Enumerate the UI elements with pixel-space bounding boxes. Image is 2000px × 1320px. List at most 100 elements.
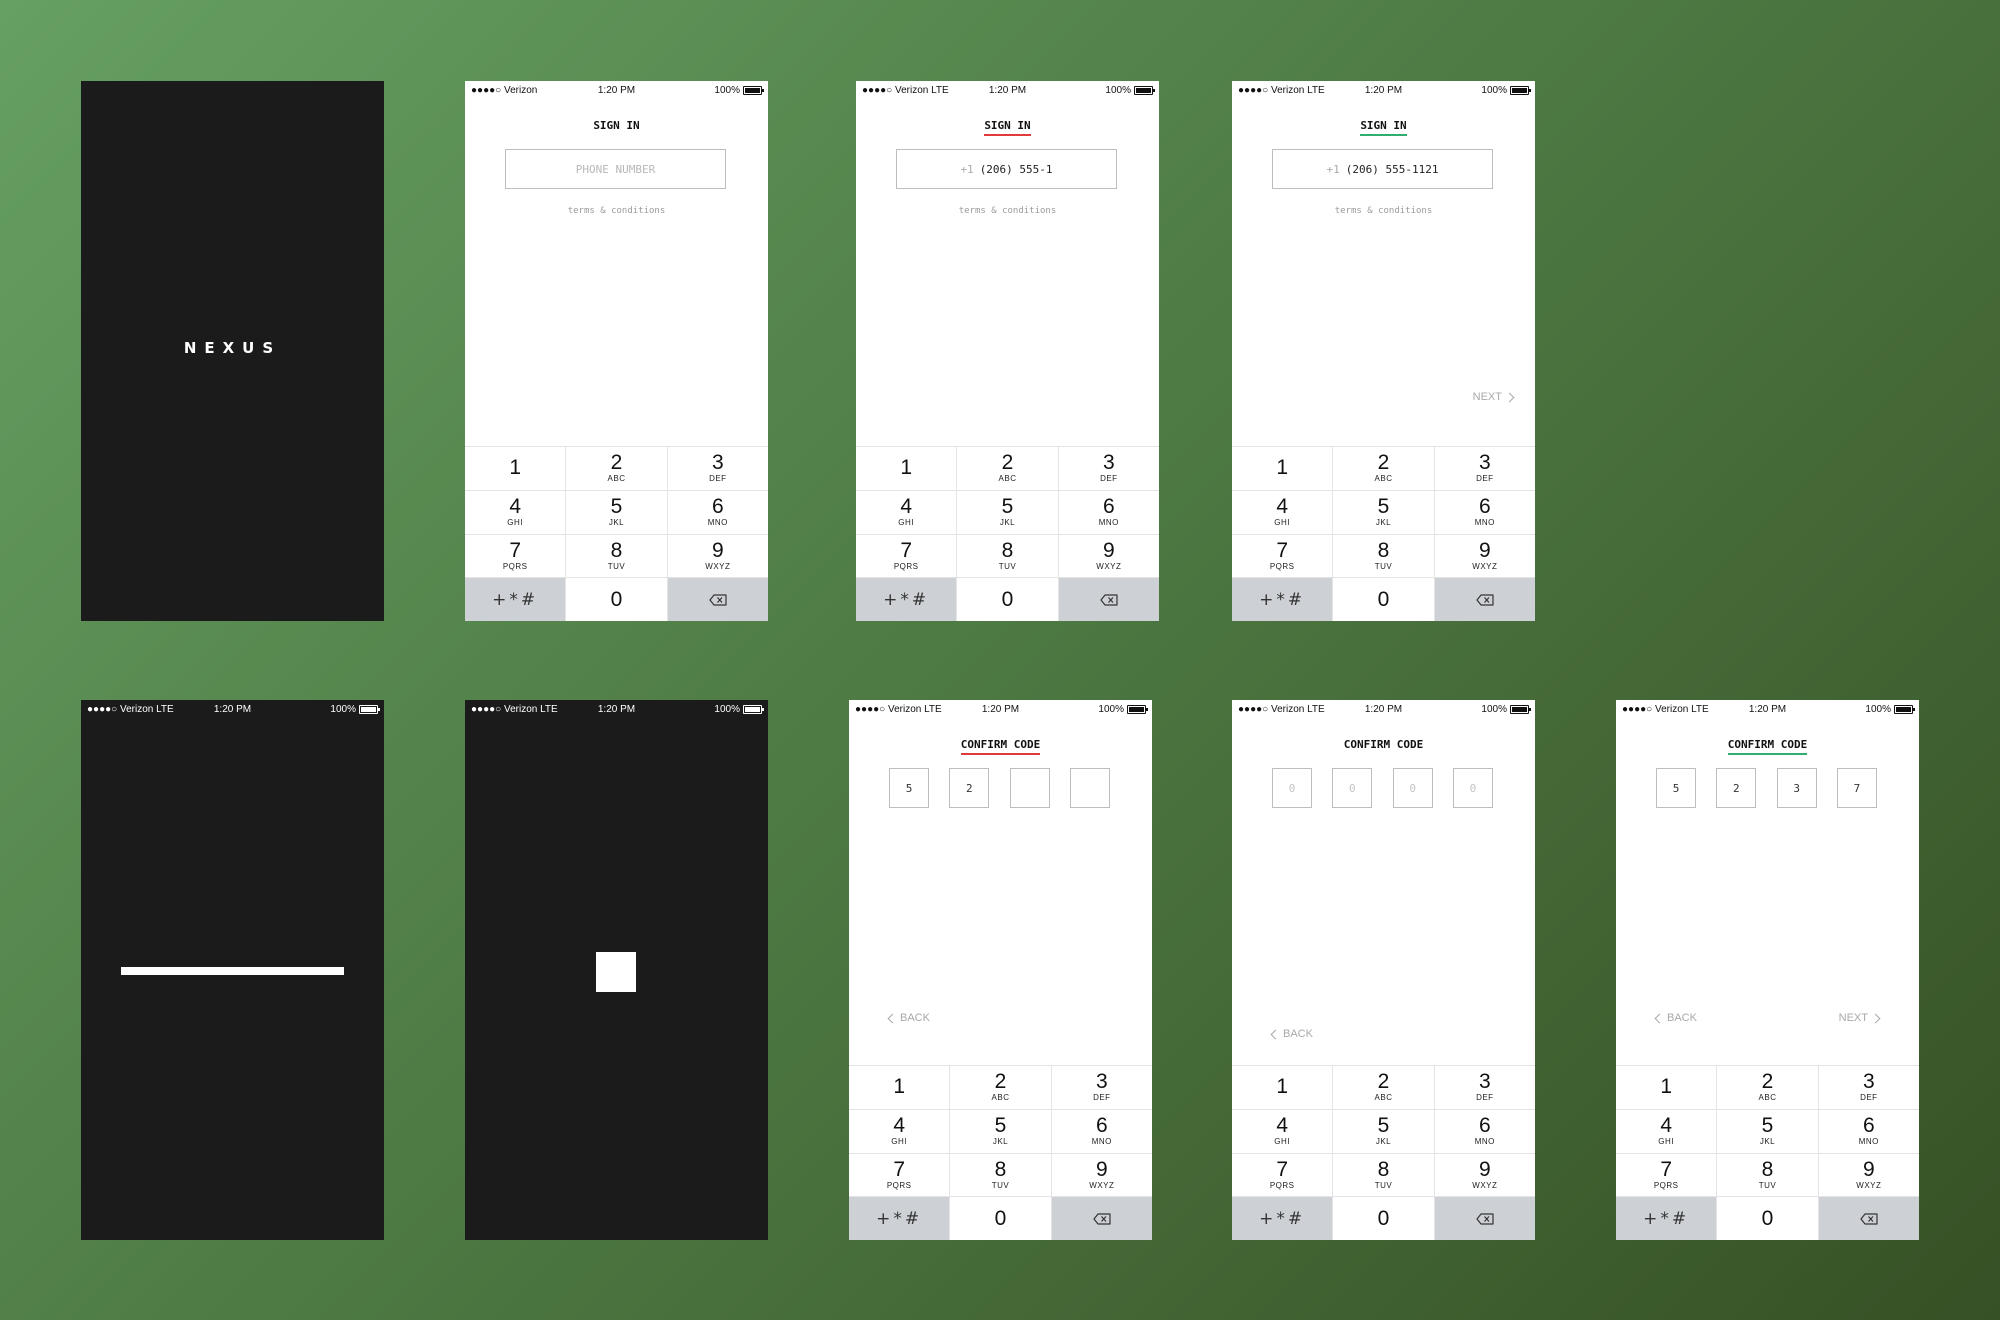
key-4[interactable]: 4 GHI <box>465 489 567 534</box>
code-digit-2[interactable]: 2 <box>1716 768 1757 808</box>
keypad-row: 7 PQRS 8 TUV 9 WXYZ <box>1616 1152 1919 1197</box>
next-button[interactable]: NEXT <box>1839 1012 1881 1024</box>
key-6[interactable]: 6 MNO <box>667 489 768 534</box>
code-digit-1[interactable]: 5 <box>889 768 929 808</box>
key-6[interactable]: 6 MNO <box>1058 489 1159 534</box>
key-4[interactable]: 4 GHI <box>1616 1108 1718 1153</box>
key-5[interactable]: 5 JKL <box>1333 489 1435 534</box>
key-2[interactable]: 2 ABC <box>957 446 1059 490</box>
key-5[interactable]: 5 JKL <box>566 489 668 534</box>
key-3[interactable]: 3 DEF <box>1051 1065 1152 1109</box>
key-2[interactable]: 2 ABC <box>1333 446 1435 490</box>
code-digit-3[interactable]: 0 <box>1392 768 1433 808</box>
next-button[interactable]: NEXT <box>1472 391 1515 403</box>
key-7[interactable]: 7 PQRS <box>1616 1152 1718 1197</box>
delete-key[interactable] <box>667 577 768 621</box>
key-4[interactable]: 4 GHI <box>1232 1108 1334 1153</box>
key-3[interactable]: 3 DEF <box>1818 1065 1919 1109</box>
key-2[interactable]: 2 ABC <box>1333 1065 1435 1109</box>
key-8[interactable]: 8 TUV <box>1717 1152 1819 1197</box>
key-0[interactable]: 0 <box>950 1196 1052 1240</box>
code-digit-3[interactable] <box>1009 768 1050 808</box>
delete-key[interactable] <box>1818 1196 1919 1240</box>
symbols-key[interactable]: +*# <box>1232 577 1334 621</box>
terms-link[interactable]: terms & conditions <box>465 206 768 216</box>
key-2[interactable]: 2 ABC <box>1717 1065 1819 1109</box>
code-digit-3[interactable]: 3 <box>1776 768 1817 808</box>
key-8[interactable]: 8 TUV <box>1333 533 1435 578</box>
key-3[interactable]: 3 DEF <box>1058 446 1159 490</box>
key-9[interactable]: 9 WXYZ <box>1058 533 1159 578</box>
key-3[interactable]: 3 DEF <box>1434 446 1535 490</box>
key-1[interactable]: 1 <box>1616 1065 1718 1109</box>
key-7[interactable]: 7 PQRS <box>1232 1152 1334 1197</box>
back-button[interactable]: BACK <box>1270 1028 1313 1040</box>
next-label: NEXT <box>1472 391 1502 403</box>
key-0[interactable]: 0 <box>566 577 668 621</box>
delete-key[interactable] <box>1434 1196 1535 1240</box>
code-digit-2[interactable]: 2 <box>949 768 990 808</box>
symbols-key[interactable]: +*# <box>849 1196 951 1240</box>
key-0[interactable]: 0 <box>1717 1196 1819 1240</box>
key-6[interactable]: 6 MNO <box>1051 1108 1152 1153</box>
key-9[interactable]: 9 WXYZ <box>1434 1152 1535 1197</box>
symbols-key[interactable]: +*# <box>465 577 567 621</box>
key-8[interactable]: 8 TUV <box>957 533 1059 578</box>
key-0[interactable]: 0 <box>1333 577 1435 621</box>
key-4[interactable]: 4 GHI <box>849 1108 951 1153</box>
code-digit-4[interactable]: 7 <box>1836 768 1877 808</box>
terms-link[interactable]: terms & conditions <box>856 206 1159 216</box>
code-digit-1[interactable]: 0 <box>1272 768 1312 808</box>
key-9[interactable]: 9 WXYZ <box>1818 1152 1919 1197</box>
key-7[interactable]: 7 PQRS <box>1232 533 1334 578</box>
terms-link[interactable]: terms & conditions <box>1232 206 1535 216</box>
key-4[interactable]: 4 GHI <box>856 489 958 534</box>
key-7[interactable]: 7 PQRS <box>849 1152 951 1197</box>
delete-key[interactable] <box>1058 577 1159 621</box>
key-9[interactable]: 9 WXYZ <box>667 533 768 578</box>
symbols-key[interactable]: +*# <box>1232 1196 1334 1240</box>
key-9[interactable]: 9 WXYZ <box>1434 533 1535 578</box>
key-1[interactable]: 1 <box>1232 446 1334 490</box>
key-7[interactable]: 7 PQRS <box>856 533 958 578</box>
code-digit-2[interactable]: 0 <box>1332 768 1373 808</box>
key-8[interactable]: 8 TUV <box>566 533 668 578</box>
key-8[interactable]: 8 TUV <box>1333 1152 1435 1197</box>
back-button[interactable]: BACK <box>887 1012 930 1024</box>
phone-number-input[interactable]: PHONE NUMBER <box>505 149 726 189</box>
key-2[interactable]: 2 ABC <box>950 1065 1052 1109</box>
key-3[interactable]: 3 DEF <box>1434 1065 1535 1109</box>
key-letters: WXYZ <box>1472 1180 1498 1190</box>
key-6[interactable]: 6 MNO <box>1434 1108 1535 1153</box>
delete-key[interactable] <box>1434 577 1535 621</box>
key-7[interactable]: 7 PQRS <box>465 533 567 578</box>
key-digit: 3 <box>1862 1070 1875 1094</box>
key-1[interactable]: 1 <box>1232 1065 1334 1109</box>
key-6[interactable]: 6 MNO <box>1818 1108 1919 1153</box>
key-5[interactable]: 5 JKL <box>1333 1108 1435 1153</box>
key-9[interactable]: 9 WXYZ <box>1051 1152 1152 1197</box>
key-1[interactable]: 1 <box>849 1065 951 1109</box>
back-button[interactable]: BACK <box>1654 1012 1697 1024</box>
delete-key[interactable] <box>1051 1196 1152 1240</box>
key-5[interactable]: 5 JKL <box>950 1108 1052 1153</box>
code-digit-4[interactable] <box>1069 768 1110 808</box>
key-1[interactable]: 1 <box>465 446 567 490</box>
key-digit: 7 <box>509 538 521 562</box>
key-5[interactable]: 5 JKL <box>1717 1108 1819 1153</box>
code-digit-4[interactable]: 0 <box>1452 768 1493 808</box>
symbols-key[interactable]: +*# <box>1616 1196 1718 1240</box>
key-8[interactable]: 8 TUV <box>950 1152 1052 1197</box>
phone-number-input[interactable]: +1 (206) 555-1121 <box>1272 149 1493 189</box>
key-6[interactable]: 6 MNO <box>1434 489 1535 534</box>
key-5[interactable]: 5 JKL <box>957 489 1059 534</box>
code-digit-1[interactable]: 5 <box>1656 768 1696 808</box>
key-3[interactable]: 3 DEF <box>667 446 768 490</box>
key-4[interactable]: 4 GHI <box>1232 489 1334 534</box>
key-0[interactable]: 0 <box>957 577 1059 621</box>
key-1[interactable]: 1 <box>856 446 958 490</box>
phone-number-input[interactable]: +1 (206) 555-1 <box>896 149 1117 189</box>
key-2[interactable]: 2 ABC <box>566 446 668 490</box>
symbols-key[interactable]: +*# <box>856 577 958 621</box>
key-0[interactable]: 0 <box>1333 1196 1435 1240</box>
